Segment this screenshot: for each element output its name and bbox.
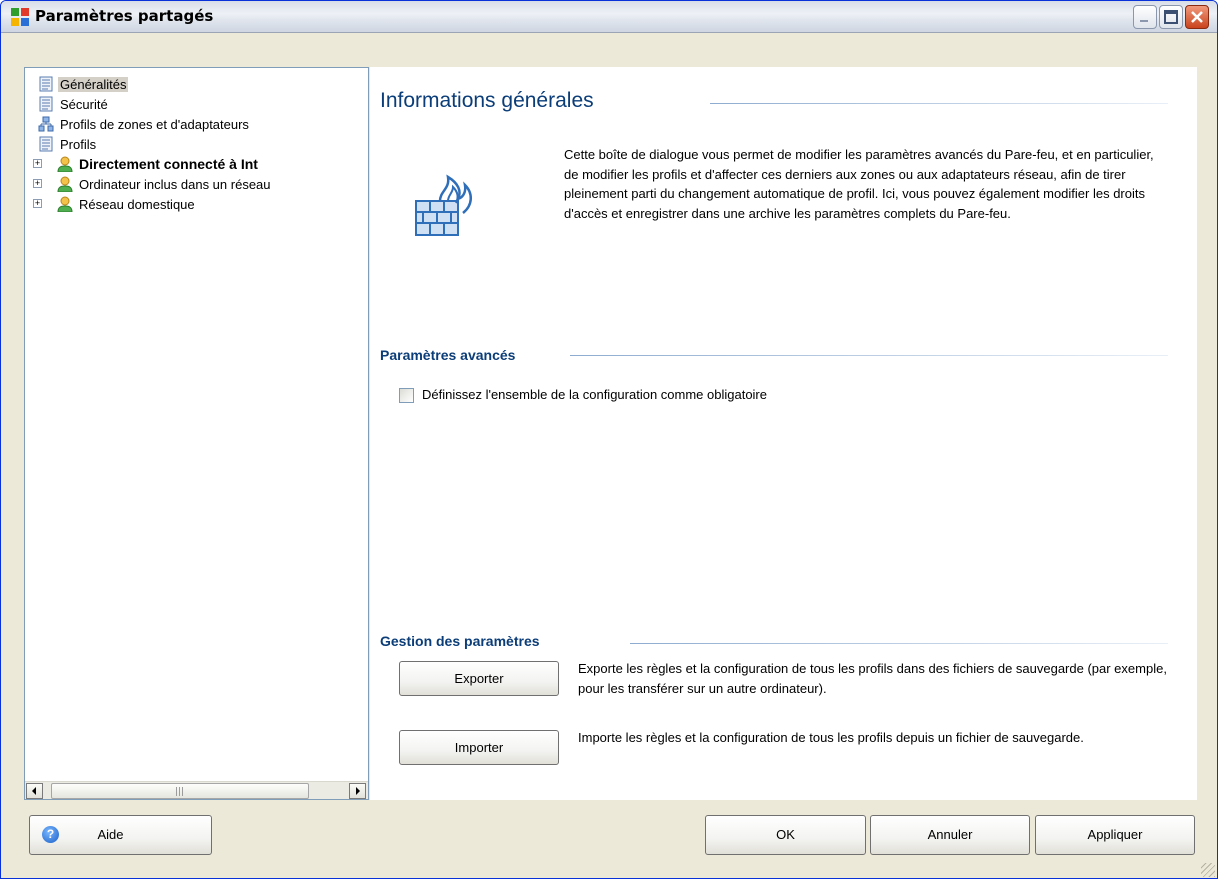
tree-item-label: Directement connecté à Int	[79, 156, 258, 172]
import-description: Importe les règles et la configuration d…	[578, 730, 1084, 745]
settings-management-title: Gestion des paramètres	[380, 633, 540, 649]
grip-icon	[176, 787, 184, 796]
help-button[interactable]: ? Aide	[29, 815, 212, 855]
avg-logo-icon	[11, 8, 29, 26]
help-label: Aide	[97, 827, 124, 842]
expand-toggle[interactable]: +	[33, 159, 42, 168]
import-button[interactable]: Importer	[399, 730, 559, 765]
horizontal-scrollbar[interactable]	[25, 781, 368, 799]
intro-description: Cette boîte de dialogue vous permet de m…	[564, 147, 1154, 221]
expand-toggle[interactable]: +	[33, 199, 42, 208]
user-icon	[57, 196, 73, 212]
ok-button[interactable]: OK	[705, 815, 866, 855]
tree-item-profile-direct[interactable]: Directement connecté à Int	[57, 154, 260, 174]
close-button[interactable]	[1185, 5, 1209, 29]
user-icon	[57, 176, 73, 192]
document-list-icon	[39, 76, 53, 92]
maximize-button[interactable]	[1159, 5, 1183, 29]
document-list-icon	[39, 136, 53, 152]
tree-item-profils[interactable]: Profils	[38, 134, 98, 154]
tree-item-label: Sécurité	[60, 96, 108, 112]
tree-item-label: Généralités	[58, 76, 129, 92]
tree-item-profils-zones[interactable]: Profils de zones et d'adaptateurs	[38, 114, 251, 134]
tree-item-generalites[interactable]: Généralités	[38, 74, 129, 94]
dialog-window: Paramètres partagés Généralités Sécurité…	[0, 0, 1218, 879]
export-button[interactable]: Exporter	[399, 661, 559, 696]
window-title: Paramètres partagés	[35, 7, 214, 25]
divider	[570, 355, 1168, 356]
scroll-left-button[interactable]	[26, 783, 43, 799]
page-title: Informations générales	[380, 89, 594, 112]
tree-item-securite[interactable]: Sécurité	[38, 94, 110, 114]
tree-item-label: Profils de zones et d'adaptateurs	[60, 116, 249, 132]
expand-toggle[interactable]: +	[33, 179, 42, 188]
export-description: Exporte les règles et la configuration d…	[578, 661, 1167, 696]
divider	[630, 643, 1168, 644]
scroll-thumb[interactable]	[51, 783, 309, 799]
scroll-right-button[interactable]	[349, 783, 366, 799]
resize-grip-icon[interactable]	[1201, 863, 1215, 877]
divider	[710, 103, 1168, 104]
close-icon	[1191, 11, 1203, 23]
network-icon	[38, 116, 54, 132]
apply-button[interactable]: Appliquer	[1035, 815, 1195, 855]
minimize-button[interactable]	[1133, 5, 1157, 29]
title-bar[interactable]: Paramètres partagés	[1, 1, 1217, 33]
mandatory-config-checkbox[interactable]	[399, 388, 414, 403]
tree-item-label: Profils	[60, 136, 97, 152]
help-icon: ?	[42, 826, 59, 843]
advanced-settings-title: Paramètres avancés	[380, 347, 516, 363]
user-icon	[57, 156, 73, 172]
tree-item-label: Ordinateur inclus dans un réseau	[79, 176, 271, 192]
minimize-icon	[1140, 20, 1148, 22]
tree-item-label: Réseau domestique	[79, 196, 195, 212]
tree-item-profile-network[interactable]: Ordinateur inclus dans un réseau	[57, 174, 273, 194]
content-panel: Informations générales Cette boîte de di…	[370, 67, 1197, 800]
mandatory-config-label[interactable]: Définissez l'ensemble de la configuratio…	[422, 387, 767, 402]
arrow-left-icon	[32, 787, 36, 795]
firewall-icon	[415, 174, 472, 236]
document-list-icon	[39, 96, 53, 112]
maximize-icon	[1164, 10, 1178, 24]
tree-item-profile-home[interactable]: Réseau domestique	[57, 194, 197, 214]
cancel-button[interactable]: Annuler	[870, 815, 1030, 855]
arrow-right-icon	[356, 787, 360, 795]
dialog-footer: ? Aide OK Annuler Appliquer	[1, 801, 1217, 878]
settings-tree[interactable]: Généralités Sécurité Profils de zones et…	[24, 67, 369, 800]
